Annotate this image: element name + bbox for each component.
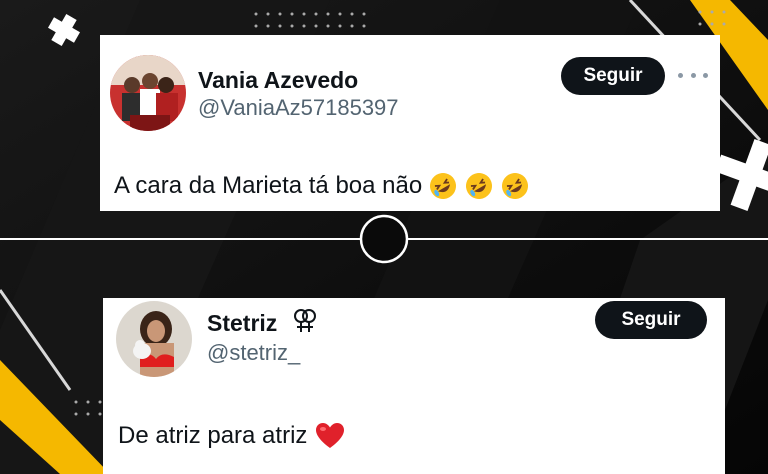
tweet-card: Stetriz @stetriz_ Seguir De atriz para a… xyxy=(103,298,725,474)
rofl-emoji-icon xyxy=(466,173,493,199)
follow-button[interactable]: Seguir xyxy=(595,301,707,339)
display-name[interactable]: Stetriz xyxy=(207,310,277,337)
doubled-female-sign-icon xyxy=(294,309,316,332)
follow-button[interactable]: Seguir xyxy=(561,57,665,95)
avatar[interactable] xyxy=(116,301,192,377)
user-handle[interactable]: @stetriz_ xyxy=(207,340,300,366)
tweet-text: De atriz para atriz xyxy=(118,422,345,450)
tweet-card: Vania Azevedo @VaniaAz57185397 Seguir A … xyxy=(100,35,720,211)
red-heart-emoji-icon xyxy=(316,423,345,448)
display-name[interactable]: Vania Azevedo xyxy=(198,67,358,94)
tweet-text-content: A cara da Marieta tá boa não xyxy=(114,172,423,199)
divider-circle xyxy=(359,214,409,264)
more-options-icon[interactable] xyxy=(678,63,708,87)
rofl-emoji-icon xyxy=(430,173,457,199)
avatar[interactable] xyxy=(110,55,186,131)
tweet-text-content: De atriz para atriz xyxy=(118,422,308,449)
rofl-emoji-icon xyxy=(502,173,529,199)
user-handle[interactable]: @VaniaAz57185397 xyxy=(198,95,399,121)
tweet-text: A cara da Marieta tá boa não xyxy=(114,171,530,201)
